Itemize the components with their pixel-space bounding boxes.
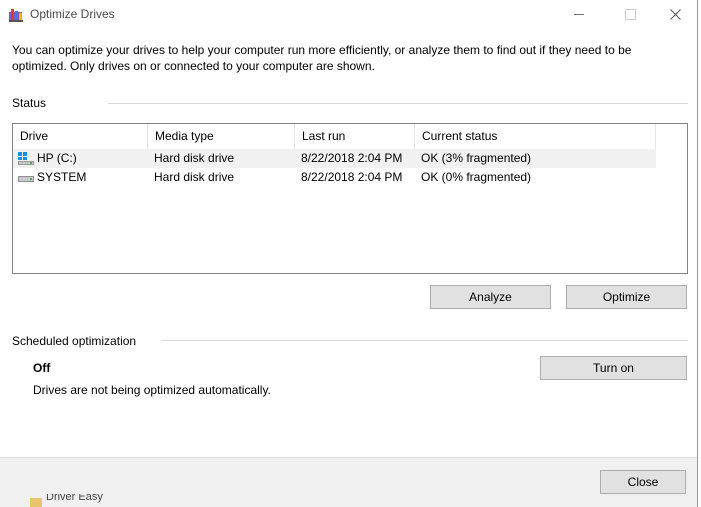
drive-current-status: OK (3% fragmented) (421, 151, 532, 165)
column-header-media-type[interactable]: Media type (148, 124, 295, 149)
drive-row-hp-c[interactable]: HP (C:) Hard disk drive 8/22/2018 2:04 P… (13, 149, 656, 168)
drive-media-type: Hard disk drive (154, 151, 235, 165)
hard-drive-icon (18, 176, 34, 182)
intro-description: You can optimize your drives to help you… (12, 43, 632, 73)
windows-drive-icon (18, 152, 34, 165)
window-title: Optimize Drives (30, 7, 115, 21)
column-header-drive[interactable]: Drive (13, 124, 148, 149)
drive-name: SYSTEM (37, 170, 87, 184)
maximize-button (607, 0, 653, 29)
background-item-label: Driver Easy (46, 494, 103, 503)
folder-icon (30, 498, 42, 507)
optimize-drives-window: Optimize Drives You can optimize your dr… (0, 0, 698, 507)
scheduled-section-label: Scheduled optimization (12, 334, 137, 348)
schedule-description: Drives are not being optimized automatic… (33, 383, 271, 397)
optimize-button[interactable]: Optimize (566, 285, 687, 309)
drives-list[interactable]: Drive Media type Last run Current status… (12, 123, 688, 274)
analyze-button[interactable]: Analyze (430, 285, 551, 309)
status-section-label: Status (12, 96, 47, 110)
drive-media-type: Hard disk drive (154, 170, 235, 184)
drive-last-run: 8/22/2018 2:04 PM (301, 151, 403, 165)
drive-current-status: OK (0% fragmented) (421, 170, 532, 184)
minimize-icon (574, 14, 584, 15)
title-bar: Optimize Drives (0, 0, 698, 29)
drive-name: HP (C:) (37, 151, 77, 165)
scheduled-divider (161, 340, 688, 341)
minimize-button[interactable] (556, 0, 602, 29)
drive-row-system[interactable]: SYSTEM Hard disk drive 8/22/2018 2:04 PM… (13, 168, 656, 187)
drive-last-run: 8/22/2018 2:04 PM (301, 170, 403, 184)
column-header-last-run[interactable]: Last run (295, 124, 415, 149)
turn-on-button[interactable]: Turn on (540, 356, 687, 380)
optimize-drives-app-icon (9, 9, 23, 22)
column-header-current-status[interactable]: Current status (415, 124, 656, 149)
window-close-button[interactable] (652, 0, 698, 29)
close-icon (669, 9, 681, 20)
maximize-icon (624, 9, 636, 20)
drives-list-header: Drive Media type Last run Current status (13, 124, 656, 150)
background-taskbar-item: Driver Easy (30, 494, 120, 507)
schedule-state: Off (33, 361, 51, 375)
status-divider (108, 103, 688, 104)
close-button[interactable]: Close (600, 470, 686, 494)
